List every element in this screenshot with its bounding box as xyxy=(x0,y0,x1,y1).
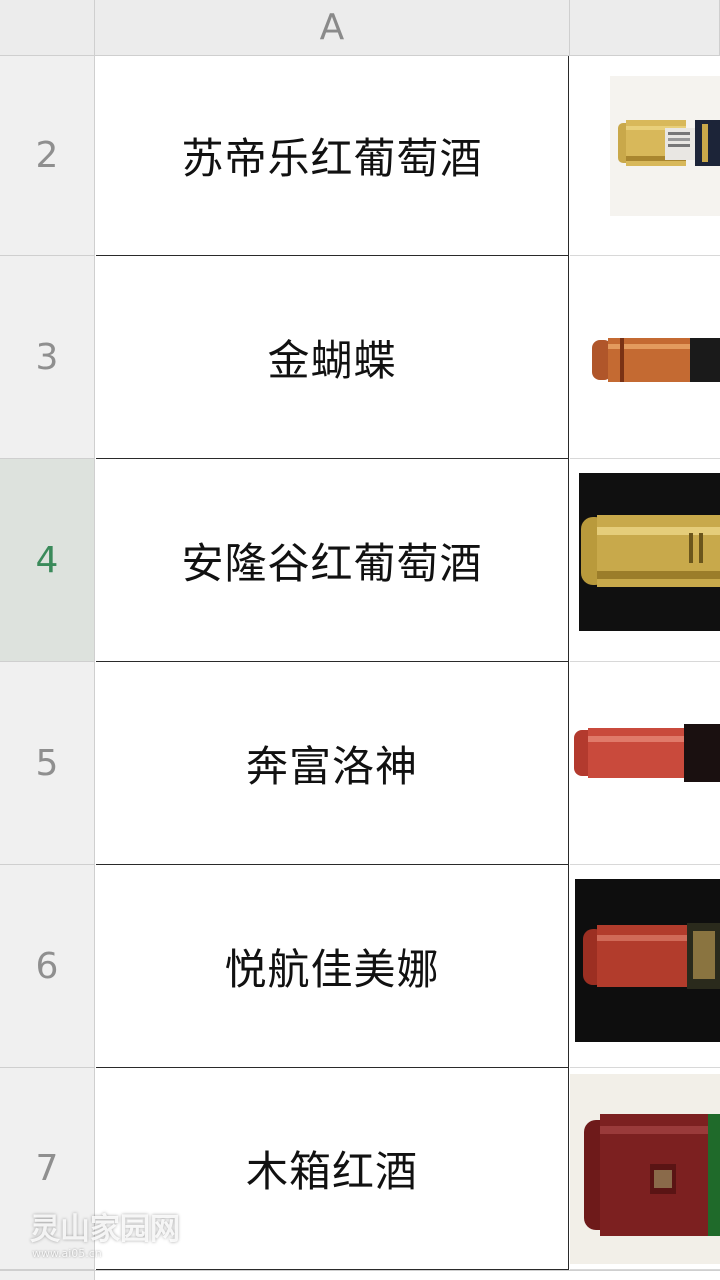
cell-a2[interactable]: 苏帝乐红葡萄酒 xyxy=(96,56,569,256)
cell-a3[interactable]: 金蝴蝶 xyxy=(96,256,569,459)
cell-b4[interactable] xyxy=(570,459,720,662)
wine-bottle-image[interactable] xyxy=(579,473,720,631)
row-header-5[interactable]: 5 xyxy=(0,662,95,865)
cell-b5[interactable] xyxy=(570,662,720,865)
cell-a6[interactable]: 悦航佳美娜 xyxy=(96,865,569,1068)
row-header-6[interactable]: 6 xyxy=(0,865,95,1068)
wine-bottle-image[interactable] xyxy=(570,1074,720,1264)
wine-bottle-image[interactable] xyxy=(574,724,720,782)
next-row-edge xyxy=(0,1270,720,1280)
row-header-2[interactable]: 2 xyxy=(0,56,95,256)
row-header-3[interactable]: 3 xyxy=(0,256,95,459)
watermark-url: www.ai05.cn xyxy=(32,1247,102,1260)
wine-bottle-image[interactable] xyxy=(575,879,720,1042)
cell-a5[interactable]: 奔富洛神 xyxy=(96,662,569,865)
cell-b6[interactable] xyxy=(570,865,720,1068)
cell-b7[interactable] xyxy=(570,1068,720,1270)
wine-bottle-image[interactable] xyxy=(610,76,720,216)
column-header-a[interactable]: A xyxy=(95,0,570,56)
row-header-4[interactable]: 4 xyxy=(0,459,95,662)
row-header-8-edge xyxy=(0,1271,95,1280)
cell-b2[interactable] xyxy=(570,56,720,256)
cell-b3[interactable] xyxy=(570,256,720,459)
watermark-logo: 灵山家园网 xyxy=(30,1212,180,1247)
column-header-b[interactable] xyxy=(570,0,720,56)
select-all-corner[interactable] xyxy=(0,0,95,56)
cell-a4[interactable]: 安隆谷红葡萄酒 xyxy=(96,459,569,662)
spreadsheet-view[interactable]: A 2 苏帝乐红葡萄酒 3 金蝴蝶 4 安隆谷红葡萄酒 5 奔富洛神 6 悦航佳… xyxy=(0,0,720,1280)
wine-bottle-image[interactable] xyxy=(590,332,720,388)
